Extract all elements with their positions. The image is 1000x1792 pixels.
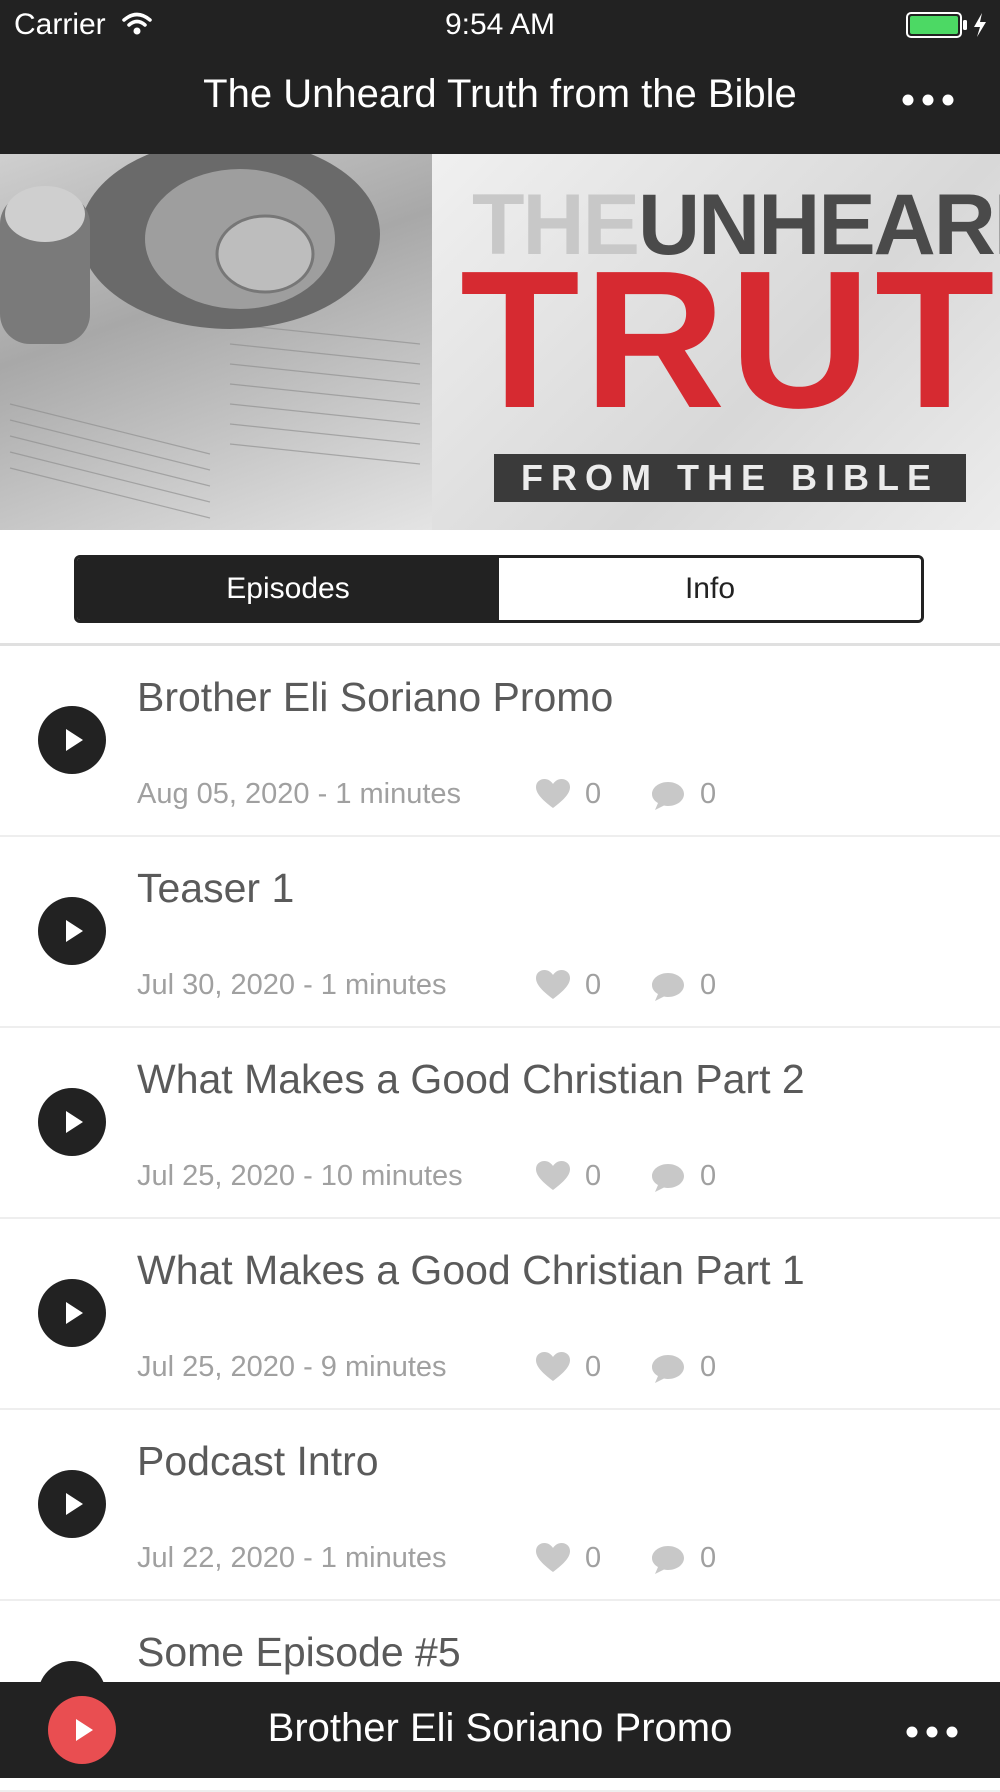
logo-from-the-bible-text: FROM THE BIBLE <box>494 454 966 502</box>
more-dots-icon <box>906 1726 958 1738</box>
play-button[interactable] <box>38 897 106 965</box>
episodes-info-segmented-control: Episodes Info <box>74 555 924 623</box>
heart-icon[interactable] <box>535 778 571 815</box>
likes-count: 0 <box>585 778 602 810</box>
comment-bubble-icon[interactable] <box>650 971 686 1008</box>
podcast-logo: THEUNHEARD TRUTH FROM THE BIBLE <box>432 154 1000 530</box>
episode-title: Teaser 1 <box>137 865 295 911</box>
episode-row[interactable]: What Makes a Good Christian Part 2 Jul 2… <box>0 1028 1000 1219</box>
status-time: 9:54 AM <box>444 8 556 41</box>
play-icon <box>66 1111 83 1133</box>
comments-count: 0 <box>700 969 717 1001</box>
more-dots-icon <box>902 94 954 106</box>
heart-icon[interactable] <box>535 969 571 1006</box>
heart-icon[interactable] <box>535 1160 571 1197</box>
charging-bolt-icon <box>972 12 988 43</box>
play-button[interactable] <box>38 1088 106 1156</box>
navigation-bar: The Unheard Truth from the Bible <box>0 50 1000 154</box>
episode-date-duration: Jul 22, 2020 - 1 minutes <box>137 1542 447 1574</box>
more-options-button[interactable] <box>896 80 960 120</box>
comments-count: 0 <box>700 1542 717 1574</box>
play-button[interactable] <box>38 1470 106 1538</box>
episode-date-duration: Jul 30, 2020 - 1 minutes <box>137 969 447 1001</box>
play-icon <box>66 1302 83 1324</box>
episode-date-duration: Jul 25, 2020 - 10 minutes <box>137 1160 463 1192</box>
tab-episodes[interactable]: Episodes <box>77 558 499 620</box>
episode-title: Brother Eli Soriano Promo <box>137 674 614 720</box>
comment-bubble-icon[interactable] <box>650 780 686 817</box>
episode-title: Some Episode #5 <box>137 1629 461 1675</box>
play-button[interactable] <box>38 706 106 774</box>
episode-title: What Makes a Good Christian Part 1 <box>137 1247 805 1293</box>
likes-count: 0 <box>585 969 602 1001</box>
page-title: The Unheard Truth from the Bible <box>203 72 797 116</box>
likes-count: 0 <box>585 1542 602 1574</box>
comments-count: 0 <box>700 1351 717 1383</box>
play-icon <box>66 729 83 751</box>
heart-icon[interactable] <box>535 1351 571 1388</box>
player-more-options-button[interactable] <box>900 1712 964 1752</box>
likes-count: 0 <box>585 1160 602 1192</box>
play-icon <box>66 920 83 942</box>
comments-count: 0 <box>700 1160 717 1192</box>
episode-list: Brother Eli Soriano Promo Aug 05, 2020 -… <box>0 646 1000 1792</box>
comment-bubble-icon[interactable] <box>650 1162 686 1199</box>
play-button[interactable] <box>38 1279 106 1347</box>
episode-title: What Makes a Good Christian Part 2 <box>137 1056 805 1102</box>
episode-date-duration: Aug 05, 2020 - 1 minutes <box>137 778 462 810</box>
comments-count: 0 <box>700 778 717 810</box>
podcast-banner: THEUNHEARD TRUTH FROM THE BIBLE <box>0 154 1000 530</box>
comment-bubble-icon[interactable] <box>650 1544 686 1581</box>
likes-count: 0 <box>585 1351 602 1383</box>
comment-bubble-icon[interactable] <box>650 1353 686 1390</box>
episode-date-duration: Jul 25, 2020 - 9 minutes <box>137 1351 447 1383</box>
episode-row[interactable]: Podcast Intro Jul 22, 2020 - 1 minutes 0… <box>0 1410 1000 1601</box>
logo-truth-text: TRUTH <box>460 230 1000 449</box>
battery-icon <box>906 12 968 43</box>
episode-title: Podcast Intro <box>137 1438 379 1484</box>
episode-row[interactable]: What Makes a Good Christian Part 1 Jul 2… <box>0 1219 1000 1410</box>
episode-row[interactable]: Teaser 1 Jul 30, 2020 - 1 minutes 0 0 <box>0 837 1000 1028</box>
status-bar: Carrier 9:54 AM <box>0 0 1000 50</box>
episode-row[interactable]: Brother Eli Soriano Promo Aug 05, 2020 -… <box>0 646 1000 837</box>
now-playing-title[interactable]: Brother Eli Soriano Promo <box>0 1706 1000 1751</box>
headphones-bible-photo <box>0 154 432 530</box>
heart-icon[interactable] <box>535 1542 571 1579</box>
tab-info[interactable]: Info <box>499 558 921 620</box>
now-playing-bar: Brother Eli Soriano Promo <box>0 1682 1000 1778</box>
play-icon <box>66 1493 83 1515</box>
